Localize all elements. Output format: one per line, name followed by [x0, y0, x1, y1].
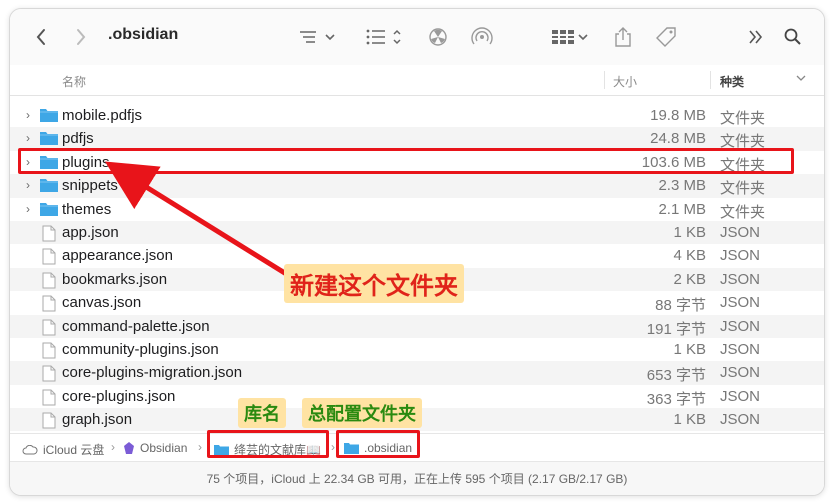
annotation-config-folder: 总配置文件夹 — [302, 398, 422, 428]
annotation-vault-name: 库名 — [238, 398, 286, 428]
annotation-create-folder: 新建这个文件夹 — [284, 264, 464, 303]
